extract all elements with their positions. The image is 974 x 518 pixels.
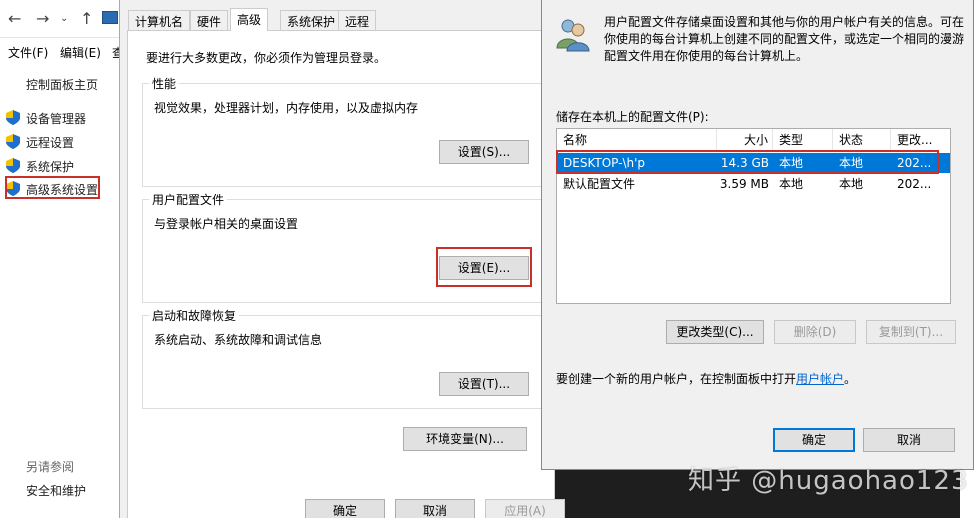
create-account-end: 。 xyxy=(844,372,857,386)
column-header-status[interactable]: 状态 xyxy=(833,129,891,151)
copy-to-button[interactable]: 复制到(T)... xyxy=(866,320,956,344)
uac-shield-icon xyxy=(6,134,20,149)
security-maintenance-link[interactable]: 安全和维护 xyxy=(26,482,86,499)
see-also-heading: 另请参阅 xyxy=(26,460,75,474)
tab-computer-name[interactable]: 计算机名 xyxy=(128,10,191,30)
profiles-list-label: 储存在本机上的配置文件(P): xyxy=(556,110,709,124)
user-profiles-description: 与登录帐户相关的桌面设置 xyxy=(154,217,299,231)
profile-name: 默认配置文件 xyxy=(563,177,636,191)
column-header-type[interactable]: 类型 xyxy=(773,129,833,151)
explorer-menu-bar: 文件(F) 编辑(E) 查 xyxy=(0,40,124,62)
forward-arrow-icon[interactable]: → xyxy=(36,9,49,28)
back-arrow-icon[interactable]: ← xyxy=(8,9,21,28)
user-profiles-title: 用户配置文件 xyxy=(149,191,228,208)
sidebar-item-device-manager[interactable]: 设备管理器 xyxy=(26,110,86,127)
create-account-note: 要创建一个新的用户帐户，在控制面板中打开用户帐户。 xyxy=(556,370,856,387)
tab-hardware[interactable]: 硬件 xyxy=(190,10,229,30)
recent-locations-chevron-icon[interactable]: ⌄ xyxy=(60,13,68,24)
tab-strip: 计算机名 硬件 高级 系统保护 远程 xyxy=(128,8,548,31)
profiles-intro-text: 用户配置文件存储桌面设置和其他与你的用户帐户有关的信息。可在你使用的每台计算机上… xyxy=(604,15,965,63)
profiles-ok-button[interactable]: 确定 xyxy=(773,428,855,452)
profile-modified: 202... xyxy=(897,177,932,191)
profile-type: 本地 xyxy=(779,177,804,191)
profile-status: 本地 xyxy=(839,177,864,191)
startup-recovery-group: 启动和故障恢复 系统启动、系统故障和调试信息 设置(T)... xyxy=(142,307,542,409)
apply-button[interactable]: 应用(A) xyxy=(485,499,565,518)
profile-size: 3.59 MB xyxy=(719,177,769,191)
uac-shield-icon xyxy=(6,110,20,125)
cancel-button[interactable]: 取消 xyxy=(395,499,475,518)
performance-settings-button[interactable]: 设置(S)... xyxy=(439,140,529,164)
table-row[interactable]: 默认配置文件 3.59 MB 本地 本地 202... xyxy=(557,174,950,194)
menu-edit[interactable]: 编辑(E) xyxy=(60,44,101,61)
startup-recovery-title: 启动和故障恢复 xyxy=(149,307,240,324)
control-panel-window: ← → ⌄ ↑ 文件(F) 编辑(E) 查 控制面板主页 设备管理器 远程设置 … xyxy=(0,0,124,518)
performance-title: 性能 xyxy=(149,75,180,92)
startup-recovery-description: 系统启动、系统故障和调试信息 xyxy=(154,333,323,347)
up-arrow-icon[interactable]: ↑ xyxy=(80,9,93,28)
change-type-button[interactable]: 更改类型(C)... xyxy=(666,320,764,344)
tab-remote[interactable]: 远程 xyxy=(338,10,377,30)
explorer-nav-bar: ← → ⌄ ↑ xyxy=(0,0,124,38)
control-panel-home-link[interactable]: 控制面板主页 xyxy=(26,76,98,93)
startup-settings-button[interactable]: 设置(T)... xyxy=(439,372,529,396)
annotation-highlight-box xyxy=(5,176,100,199)
sidebar-item-remote-settings[interactable]: 远程设置 xyxy=(26,134,74,151)
column-header-size[interactable]: 大小 xyxy=(717,129,773,151)
profiles-cancel-button[interactable]: 取消 xyxy=(863,428,955,452)
computer-icon xyxy=(102,11,118,24)
performance-description: 视觉效果，处理器计划，内存使用，以及虚拟内存 xyxy=(154,101,419,115)
admin-note: 要进行大多数更改，你必须作为管理员登录。 xyxy=(146,51,387,65)
user-profiles-icon xyxy=(556,19,590,52)
performance-group: 性能 视觉效果，处理器计划，内存使用，以及虚拟内存 设置(S)... xyxy=(142,75,542,187)
watermark-text: 知乎 @hugaohao123 xyxy=(688,466,969,496)
ok-button[interactable]: 确定 xyxy=(305,499,385,518)
uac-shield-icon xyxy=(6,158,20,173)
environment-variables-button[interactable]: 环境变量(N)... xyxy=(403,427,527,451)
tab-system-protection[interactable]: 系统保护 xyxy=(280,10,343,30)
create-account-text: 要创建一个新的用户帐户，在控制面板中打开 xyxy=(556,372,797,386)
column-header-modified[interactable]: 更改... xyxy=(891,129,950,151)
column-header-name[interactable]: 名称 xyxy=(557,129,717,151)
delete-button[interactable]: 删除(D) xyxy=(774,320,856,344)
user-accounts-link[interactable]: 用户帐户 xyxy=(796,372,844,386)
tab-advanced[interactable]: 高级 xyxy=(230,8,269,31)
sidebar-item-system-protection[interactable]: 系统保护 xyxy=(26,158,74,175)
annotation-highlight-box xyxy=(556,150,939,174)
user-profiles-dialog: 用户配置文件存储桌面设置和其他与你的用户帐户有关的信息。可在你使用的每台计算机上… xyxy=(541,0,974,470)
menu-file[interactable]: 文件(F) xyxy=(8,44,48,61)
annotation-highlight-box xyxy=(436,247,532,287)
